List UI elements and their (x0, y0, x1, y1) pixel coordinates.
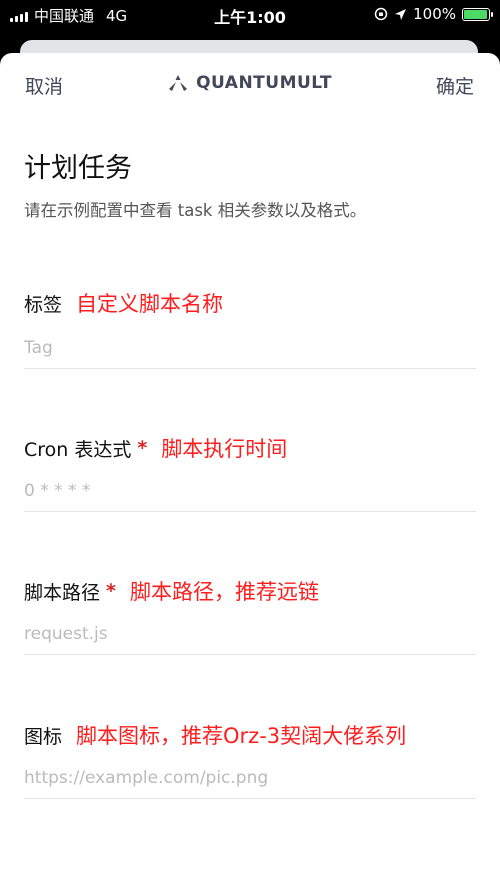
cron-required-mark: * (137, 437, 148, 459)
status-bar: 中国联通 4G 上午1:00 100% (0, 0, 500, 30)
battery-icon (462, 7, 493, 21)
cron-input[interactable] (24, 481, 476, 512)
page-subtitle: 请在示例配置中查看 task 相关参数以及格式。 (24, 201, 367, 220)
path-label: 脚本路径 (24, 581, 101, 604)
app-title: QUANTUMULT (196, 73, 332, 93)
icon-url-input[interactable] (24, 768, 476, 799)
path-required-mark: * (106, 580, 116, 602)
tag-annotation: 自定义脚本名称 (76, 292, 224, 316)
battery-percent: 100% (413, 5, 456, 23)
page-title: 计划任务 (24, 153, 132, 184)
path-field: 脚本路径 * 脚本路径，推荐远链 (24, 576, 476, 655)
path-annotation: 脚本路径，推荐远链 (129, 580, 319, 604)
orientation-lock-icon (374, 7, 388, 21)
confirm-button[interactable]: 确定 (436, 72, 474, 99)
icon-label: 图标 (24, 725, 63, 748)
quantumult-logo-icon (169, 75, 188, 91)
path-input[interactable] (24, 624, 476, 655)
location-icon (395, 8, 407, 20)
icon-field: 图标 脚本图标，推荐Orz-3契阔大佬系列 (24, 720, 476, 799)
modal-sheet: 取消 QUANTUMULT 确定 计划任务 请在示例配置中查看 task 相关参… (0, 53, 500, 889)
icon-annotation: 脚本图标，推荐Orz-3契阔大佬系列 (76, 724, 407, 748)
tag-input[interactable] (24, 338, 476, 369)
nav-title: QUANTUMULT (0, 73, 500, 93)
tag-field: 标签 自定义脚本名称 (24, 288, 476, 369)
nav-bar: 取消 QUANTUMULT 确定 (0, 53, 500, 113)
cron-field: Cron 表达式 * 脚本执行时间 (24, 433, 476, 512)
tag-label: 标签 (24, 293, 63, 316)
cron-annotation: 脚本执行时间 (161, 437, 288, 461)
cron-label: Cron 表达式 (24, 438, 132, 461)
status-right: 100% (374, 5, 493, 23)
